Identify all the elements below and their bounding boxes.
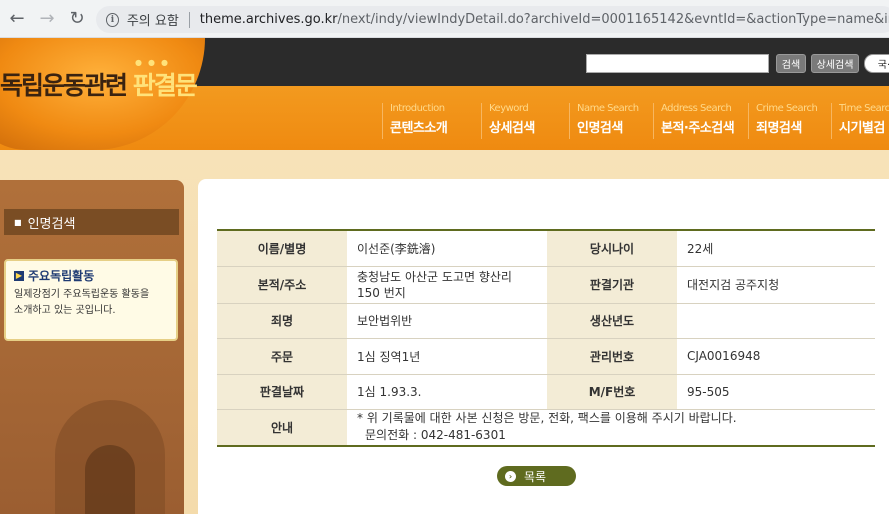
- forward-arrow-icon[interactable]: →: [32, 4, 62, 34]
- reload-icon[interactable]: ↻: [62, 4, 92, 34]
- info-icon[interactable]: i: [106, 12, 119, 27]
- site-logo[interactable]: 독립운동관련 판결문: [0, 66, 198, 102]
- record-table: 이름/별명 이선준(李銑濬) 당시나이 22세 본적/주소 충청남도 아산군 도…: [217, 229, 875, 447]
- value-judgment-date: 1심 1.93.3.: [347, 374, 547, 410]
- info-box-title-text: 주요독립활동: [28, 269, 95, 283]
- table-row: 본적/주소 충청남도 아산군 도고면 향산리 150 번지 판결기관 대전지검 …: [217, 266, 875, 304]
- menu-ko-label: 인명검색: [577, 121, 623, 136]
- info-box-text: 일제강점기 주요독립운동 활동을 소개하고 있는 곳입니다.: [14, 287, 168, 319]
- sidebar-title-label: 인명검색: [27, 216, 76, 232]
- label-management-number: 관리번호: [547, 338, 677, 375]
- header-search-button[interactable]: 검색: [776, 54, 806, 73]
- menu-ko-label: 콘텐츠소개: [390, 121, 448, 136]
- logo-highlight-text: 판결문: [132, 71, 198, 100]
- menu-en-label: Introduction: [390, 103, 445, 114]
- value-mf-number: 95-505: [677, 374, 875, 410]
- list-button[interactable]: › 목록: [497, 466, 576, 486]
- menu-name-search[interactable]: Name Search 인명검색: [569, 103, 639, 139]
- back-arrow-icon[interactable]: ←: [2, 4, 32, 34]
- table-row: 죄명 보안법위반 생산년도: [217, 303, 875, 339]
- notice-line-1: * 위 기록물에 대한 사본 신청은 방문, 전화, 팩스를 이용해 주시기 바…: [357, 411, 737, 426]
- menu-crime-search[interactable]: Crime Search 죄명검색: [748, 103, 818, 139]
- menu-ko-label: 죄명검색: [756, 121, 802, 136]
- browser-toolbar: ← → ↻ i 주의 요함 theme.archives.go.kr/next/…: [0, 0, 889, 38]
- security-warning-label[interactable]: 주의 요함: [127, 10, 179, 29]
- menu-ko-label: 시기별검: [839, 121, 885, 136]
- header-search-input[interactable]: [586, 54, 769, 73]
- table-row: 안내 * 위 기록물에 대한 사본 신청은 방문, 전화, 팩스를 이용해 주시…: [217, 409, 875, 447]
- detail-search-button[interactable]: 상세검색: [811, 54, 859, 73]
- menu-en-label: Name Search: [577, 103, 639, 114]
- url-path[interactable]: /next/indy/viewIndyDetail.do?archiveId=0…: [337, 12, 889, 27]
- value-age: 22세: [677, 230, 875, 267]
- menu-keyword[interactable]: Keyword 상세검색: [481, 103, 535, 139]
- arrow-icon: ▶: [14, 270, 24, 281]
- url-host[interactable]: theme.archives.go.kr: [200, 12, 338, 27]
- sidebar-info-box[interactable]: ▶ 주요독립활동 일제강점기 주요독립운동 활동을 소개하고 있는 곳입니다.: [4, 259, 178, 341]
- menu-introduction[interactable]: Introduction 콘텐츠소개: [382, 103, 448, 139]
- table-row: 주문 1심 징역1년 관리번호 CJA0016948: [217, 338, 875, 375]
- label-sentence: 주문: [217, 338, 347, 375]
- value-crime: 보안법위반: [347, 303, 547, 339]
- label-court: 판결기관: [547, 266, 677, 304]
- label-crime: 죄명: [217, 303, 347, 339]
- label-judgment-date: 판결날짜: [217, 374, 347, 410]
- value-address: 충청남도 아산군 도고면 향산리 150 번지: [347, 266, 547, 304]
- menu-time-search[interactable]: Time Search 시기별검: [831, 103, 889, 139]
- arrow-circle-icon: ›: [505, 470, 516, 482]
- value-production-year: [677, 303, 875, 339]
- label-production-year: 생산년도: [547, 303, 677, 339]
- menu-en-label: Address Search: [661, 103, 732, 114]
- label-notice: 안내: [217, 409, 347, 447]
- value-name: 이선준(李銑濬): [347, 230, 547, 267]
- label-name: 이름/별명: [217, 230, 347, 267]
- gate-arch: [85, 445, 135, 514]
- address-divider: [188, 11, 190, 28]
- value-notice: * 위 기록물에 대한 사본 신청은 방문, 전화, 팩스를 이용해 주시기 바…: [347, 409, 875, 447]
- menu-en-label: Time Search: [839, 103, 889, 114]
- value-court: 대전지검 공주지청: [677, 266, 875, 304]
- language-button[interactable]: 국·: [864, 54, 889, 73]
- list-button-label: 목록: [524, 469, 547, 484]
- sidebar-item-name-search[interactable]: ■ 인명검색: [4, 209, 179, 235]
- menu-ko-label: 본적·주소검색: [661, 121, 735, 136]
- notice-line-2: 문의전화 : 042-481-6301: [365, 428, 506, 443]
- menu-ko-label: 상세검색: [489, 121, 535, 136]
- info-box-line-2: 소개하고 있는 곳입니다.: [14, 305, 116, 316]
- bullet-icon: ■: [14, 217, 22, 227]
- label-address: 본적/주소: [217, 266, 347, 304]
- table-row: 이름/별명 이선준(李銑濬) 당시나이 22세: [217, 230, 875, 267]
- label-mf-number: M/F번호: [547, 374, 677, 410]
- value-sentence: 1심 징역1년: [347, 338, 547, 375]
- menu-en-label: Crime Search: [756, 103, 818, 114]
- value-management-number: CJA0016948: [677, 338, 875, 375]
- menu-address-search[interactable]: Address Search 본적·주소검색: [653, 103, 735, 139]
- label-age: 당시나이: [547, 230, 677, 267]
- address-bar[interactable]: i 주의 요함 theme.archives.go.kr/next/indy/v…: [96, 6, 889, 33]
- table-row: 판결날짜 1심 1.93.3. M/F번호 95-505: [217, 374, 875, 410]
- menu-en-label: Keyword: [489, 103, 529, 114]
- info-box-title: ▶ 주요독립활동: [14, 267, 168, 284]
- info-box-line-1: 일제강점기 주요독립운동 활동을: [14, 289, 150, 300]
- logo-main-text: 독립운동관련: [0, 71, 133, 100]
